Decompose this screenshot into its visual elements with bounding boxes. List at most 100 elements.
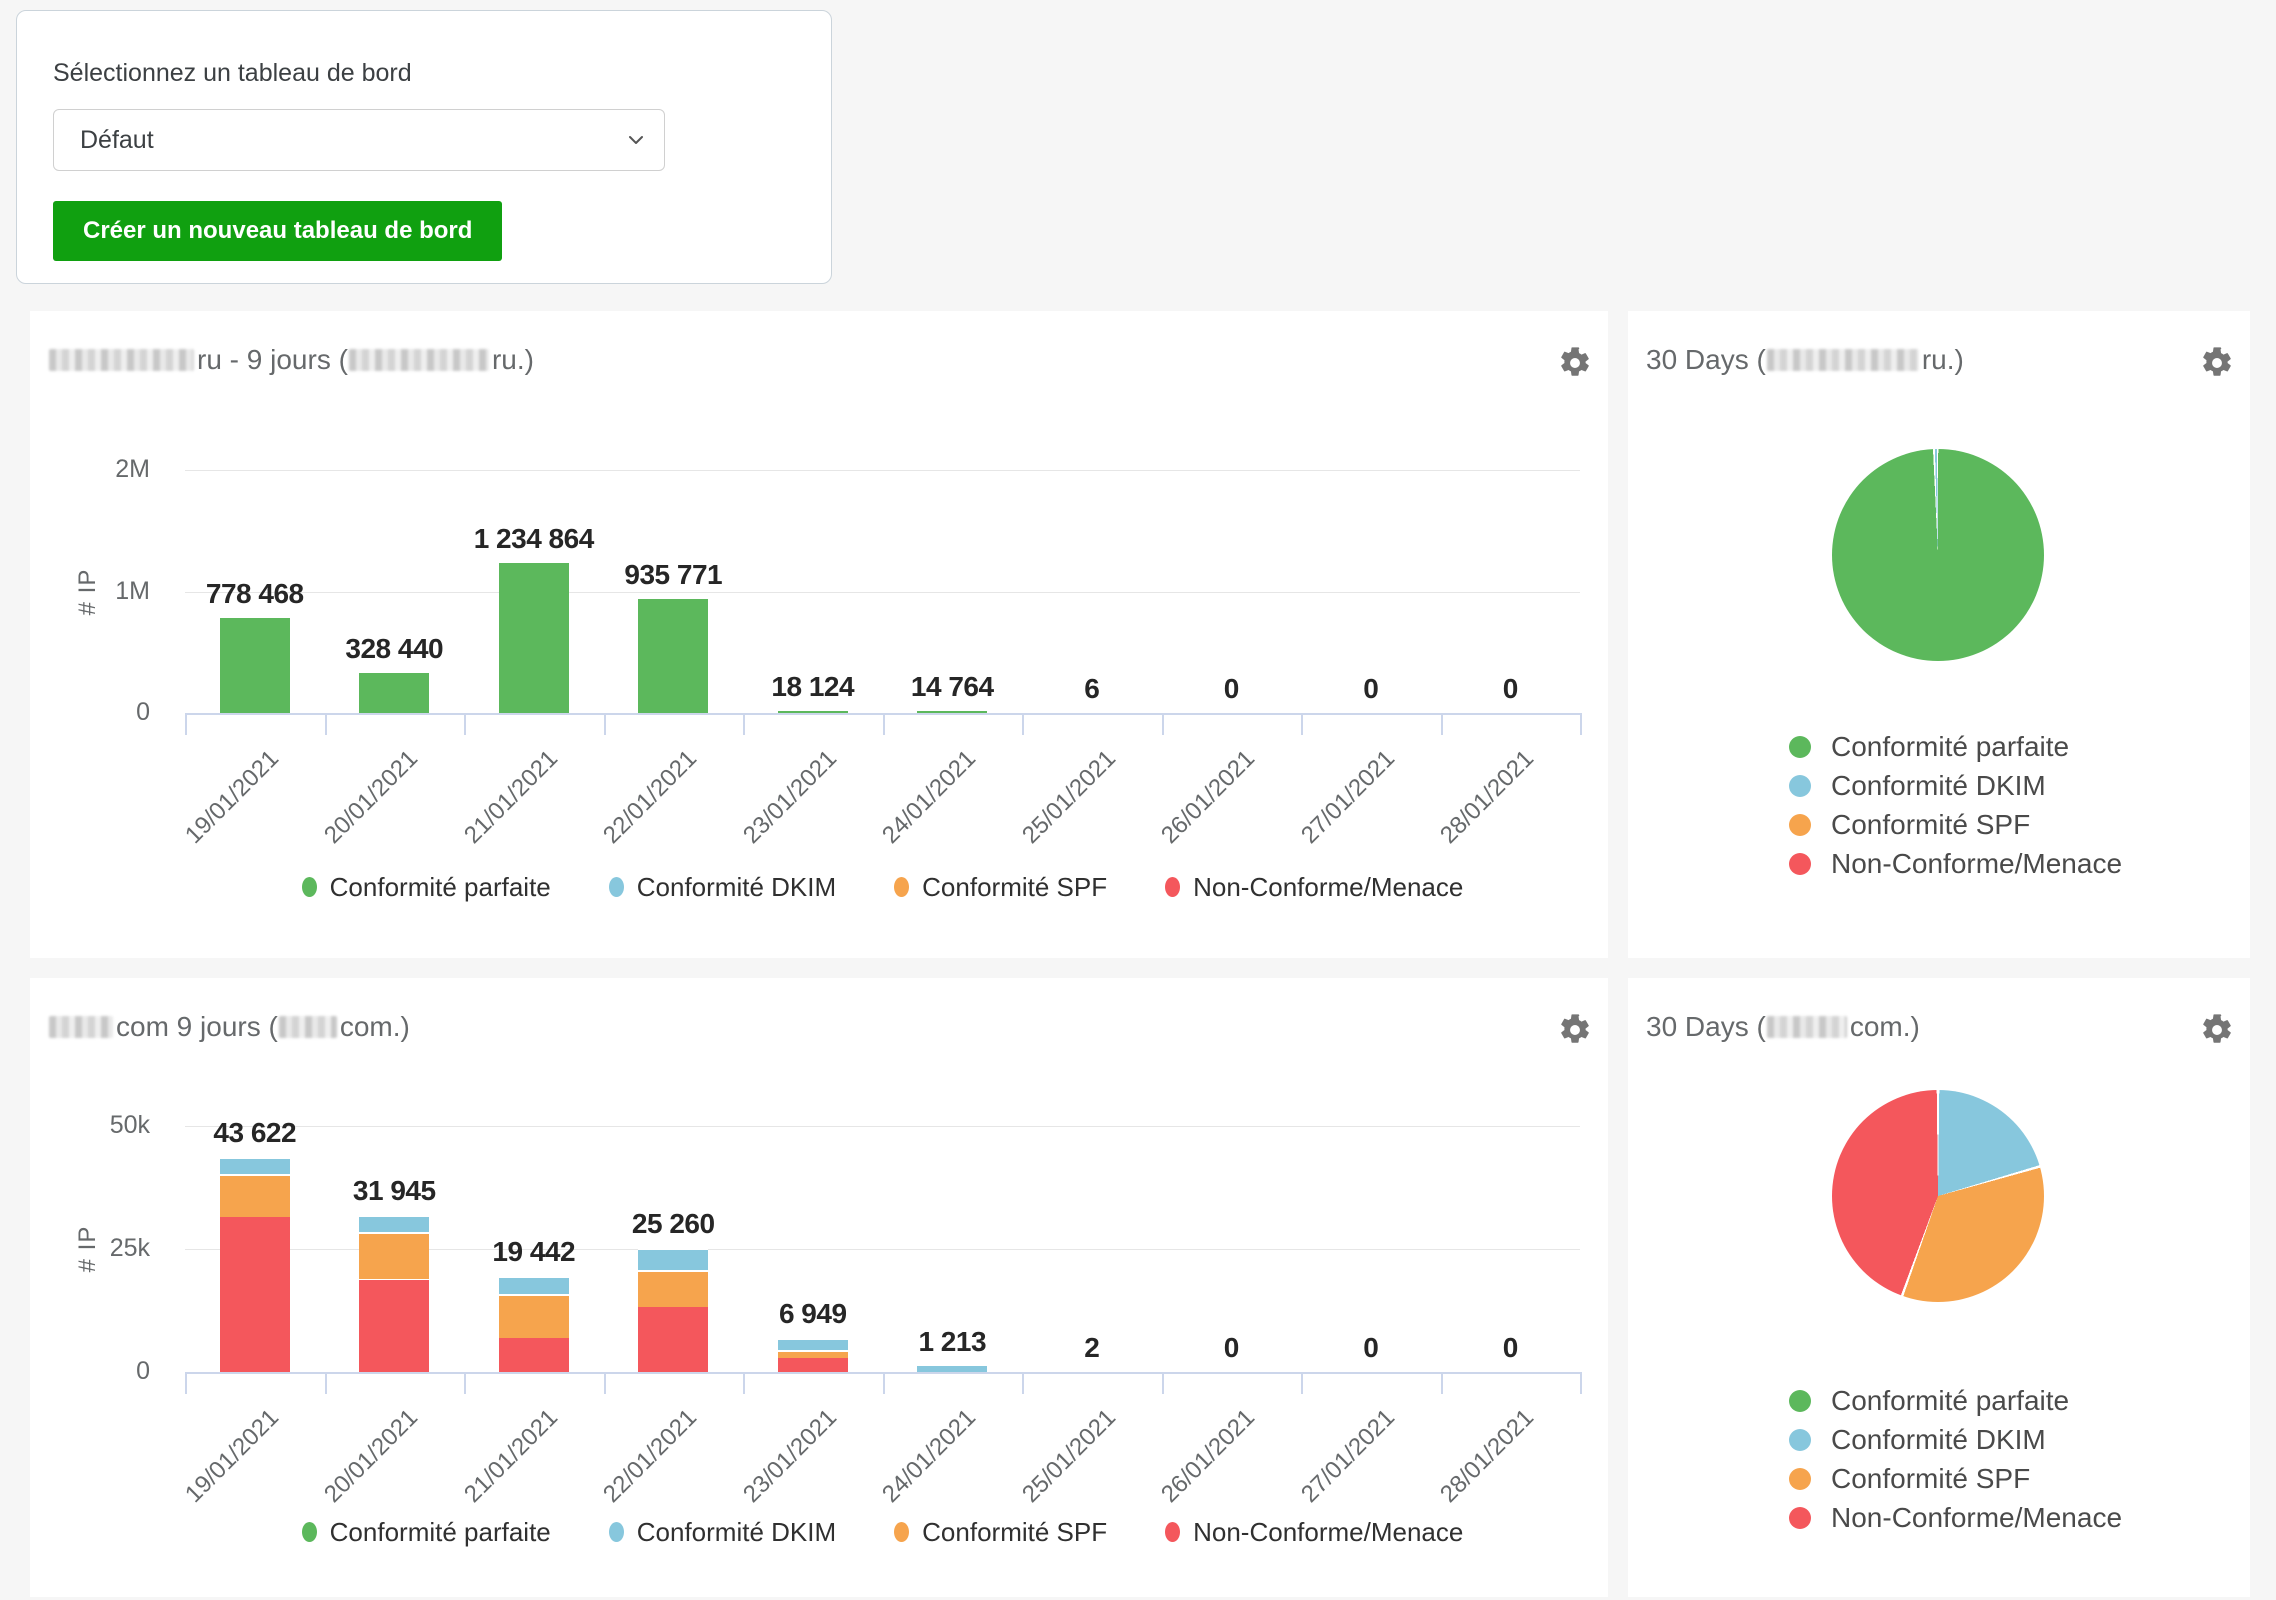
- bar-segment[interactable]: [359, 1232, 429, 1279]
- x-axis-tick: [1162, 713, 1164, 735]
- bar-segment[interactable]: [499, 1276, 569, 1293]
- legend-item[interactable]: Conformité SPF: [1789, 809, 2030, 841]
- bar-segment[interactable]: [499, 1338, 569, 1372]
- legend-item[interactable]: Conformité SPF: [1789, 1463, 2030, 1495]
- x-axis-tick: [185, 1372, 187, 1394]
- panel-pie-ru: 30 Days (ru.)Conformité parfaiteConformi…: [1628, 311, 2250, 958]
- x-axis-tick: [1301, 1372, 1303, 1394]
- x-axis-tick: [1441, 1372, 1443, 1394]
- x-axis-label: 25/01/2021: [996, 745, 1122, 871]
- panel-settings-button[interactable]: [2198, 345, 2236, 383]
- bar-value-label: 935 771: [563, 559, 783, 591]
- bar-segment[interactable]: [638, 1307, 708, 1372]
- legend-dot: [1789, 775, 1811, 797]
- x-axis-tick: [1022, 1372, 1024, 1394]
- legend-dot: [1165, 877, 1180, 897]
- bar-value-label: 1 234 864: [424, 523, 644, 555]
- bar-segment[interactable]: [220, 1217, 290, 1372]
- pie-chart[interactable]: [1832, 1090, 2044, 1302]
- x-axis-label: 27/01/2021: [1275, 745, 1401, 871]
- legend-item[interactable]: Conformité parfaite: [1789, 731, 2069, 763]
- x-axis-tick: [743, 713, 745, 735]
- dashboard-selector-card: Sélectionnez un tableau de bord Défaut C…: [16, 10, 832, 284]
- x-axis-label: 19/01/2021: [159, 745, 285, 871]
- legend-item[interactable]: Non-Conforme/Menace: [1165, 1517, 1463, 1548]
- panel-title-text: ru.): [492, 344, 534, 375]
- y-axis-label: 0: [70, 698, 150, 727]
- legend-item[interactable]: Conformité SPF: [894, 872, 1107, 903]
- bar-segment[interactable]: [499, 563, 569, 713]
- x-axis-tick: [325, 1372, 327, 1394]
- bar-segment[interactable]: [220, 618, 290, 713]
- legend-item[interactable]: Non-Conforme/Menace: [1165, 872, 1463, 903]
- create-dashboard-button[interactable]: Créer un nouveau tableau de bord: [53, 201, 502, 261]
- panel-title-text: ru.): [1922, 344, 1964, 375]
- legend-dot: [1789, 1390, 1811, 1412]
- legend-item[interactable]: Conformité parfaite: [302, 872, 551, 903]
- legend-item[interactable]: Conformité DKIM: [609, 1517, 836, 1548]
- y-axis-title: # IP: [74, 1226, 102, 1273]
- x-axis-label: 25/01/2021: [996, 1404, 1122, 1530]
- blurred-text: [49, 1016, 113, 1038]
- bar-segment[interactable]: [638, 1270, 708, 1307]
- legend-dot: [1789, 1429, 1811, 1451]
- selector-label: Sélectionnez un tableau de bord: [53, 59, 412, 88]
- bar-segment[interactable]: [638, 1248, 708, 1270]
- panel-settings-button[interactable]: [1556, 1012, 1594, 1050]
- x-axis-tick: [883, 713, 885, 735]
- chart-legend: Conformité parfaite Conformité DKIM Confor…: [185, 871, 1580, 903]
- x-axis-tick: [1580, 713, 1582, 735]
- bar-segment[interactable]: [778, 711, 848, 713]
- x-axis-label: 23/01/2021: [717, 1404, 843, 1530]
- bar-segment[interactable]: [359, 673, 429, 713]
- legend-item[interactable]: Non-Conforme/Menace: [1789, 848, 2122, 880]
- x-axis-tick: [883, 1372, 885, 1394]
- legend-dot: [1789, 1507, 1811, 1529]
- bar-segment[interactable]: [220, 1174, 290, 1217]
- bar-segment[interactable]: [778, 1358, 848, 1372]
- bar-segment[interactable]: [499, 1294, 569, 1338]
- legend-item[interactable]: Conformité DKIM: [1789, 1424, 2046, 1456]
- legend-dot: [609, 877, 624, 897]
- bar-value-label: 6 949: [703, 1298, 923, 1330]
- bar-segment[interactable]: [638, 599, 708, 713]
- panel-title-text: com 9 jours (: [116, 1011, 278, 1042]
- bar-segment[interactable]: [917, 711, 987, 713]
- chart-legend: Conformité parfaite Conformité DKIM Confor…: [185, 1516, 1580, 1548]
- dashboard-select[interactable]: Défaut: [53, 109, 665, 171]
- bar-segment[interactable]: [359, 1280, 429, 1372]
- panel-title: com 9 jours (com.): [48, 1010, 410, 1044]
- x-axis-label: 20/01/2021: [298, 745, 424, 871]
- legend-item[interactable]: Conformité parfaite: [302, 1517, 551, 1548]
- legend-label: Conformité SPF: [922, 872, 1107, 903]
- x-axis-label: 27/01/2021: [1275, 1404, 1401, 1530]
- x-axis-tick: [1580, 1372, 1582, 1394]
- legend-dot: [1165, 1522, 1180, 1542]
- x-axis-tick: [464, 713, 466, 735]
- bar-segment[interactable]: [778, 1338, 848, 1351]
- legend-label: Conformité DKIM: [637, 1517, 836, 1548]
- grid-line: [185, 1126, 1580, 1127]
- legend-item[interactable]: Conformité parfaite: [1789, 1385, 2069, 1417]
- legend-label: Conformité DKIM: [1831, 770, 2046, 802]
- panel-settings-button[interactable]: [2198, 1012, 2236, 1050]
- bar-value-label: 31 945: [284, 1175, 504, 1207]
- x-axis-tick: [1022, 713, 1024, 735]
- legend-item[interactable]: Conformité DKIM: [609, 872, 836, 903]
- legend-dot: [894, 877, 909, 897]
- legend-label: Conformité SPF: [922, 1517, 1107, 1548]
- blurred-text: [49, 349, 194, 371]
- x-axis-label: 21/01/2021: [438, 1404, 564, 1530]
- bar-segment[interactable]: [220, 1157, 290, 1174]
- legend-item[interactable]: Conformité SPF: [894, 1517, 1107, 1548]
- panel-pie-com: 30 Days (com.)Conformité parfaiteConform…: [1628, 978, 2250, 1597]
- panel-settings-button[interactable]: [1556, 345, 1594, 383]
- bar-segment[interactable]: [359, 1215, 429, 1232]
- y-axis-label: 0: [70, 1357, 150, 1386]
- x-axis-label: 26/01/2021: [1135, 745, 1261, 871]
- pie-chart[interactable]: [1832, 449, 2044, 661]
- bar-segment[interactable]: [917, 1366, 987, 1372]
- legend-item[interactable]: Non-Conforme/Menace: [1789, 1502, 2122, 1534]
- legend-item[interactable]: Conformité DKIM: [1789, 770, 2046, 802]
- bar-segment[interactable]: [778, 1350, 848, 1357]
